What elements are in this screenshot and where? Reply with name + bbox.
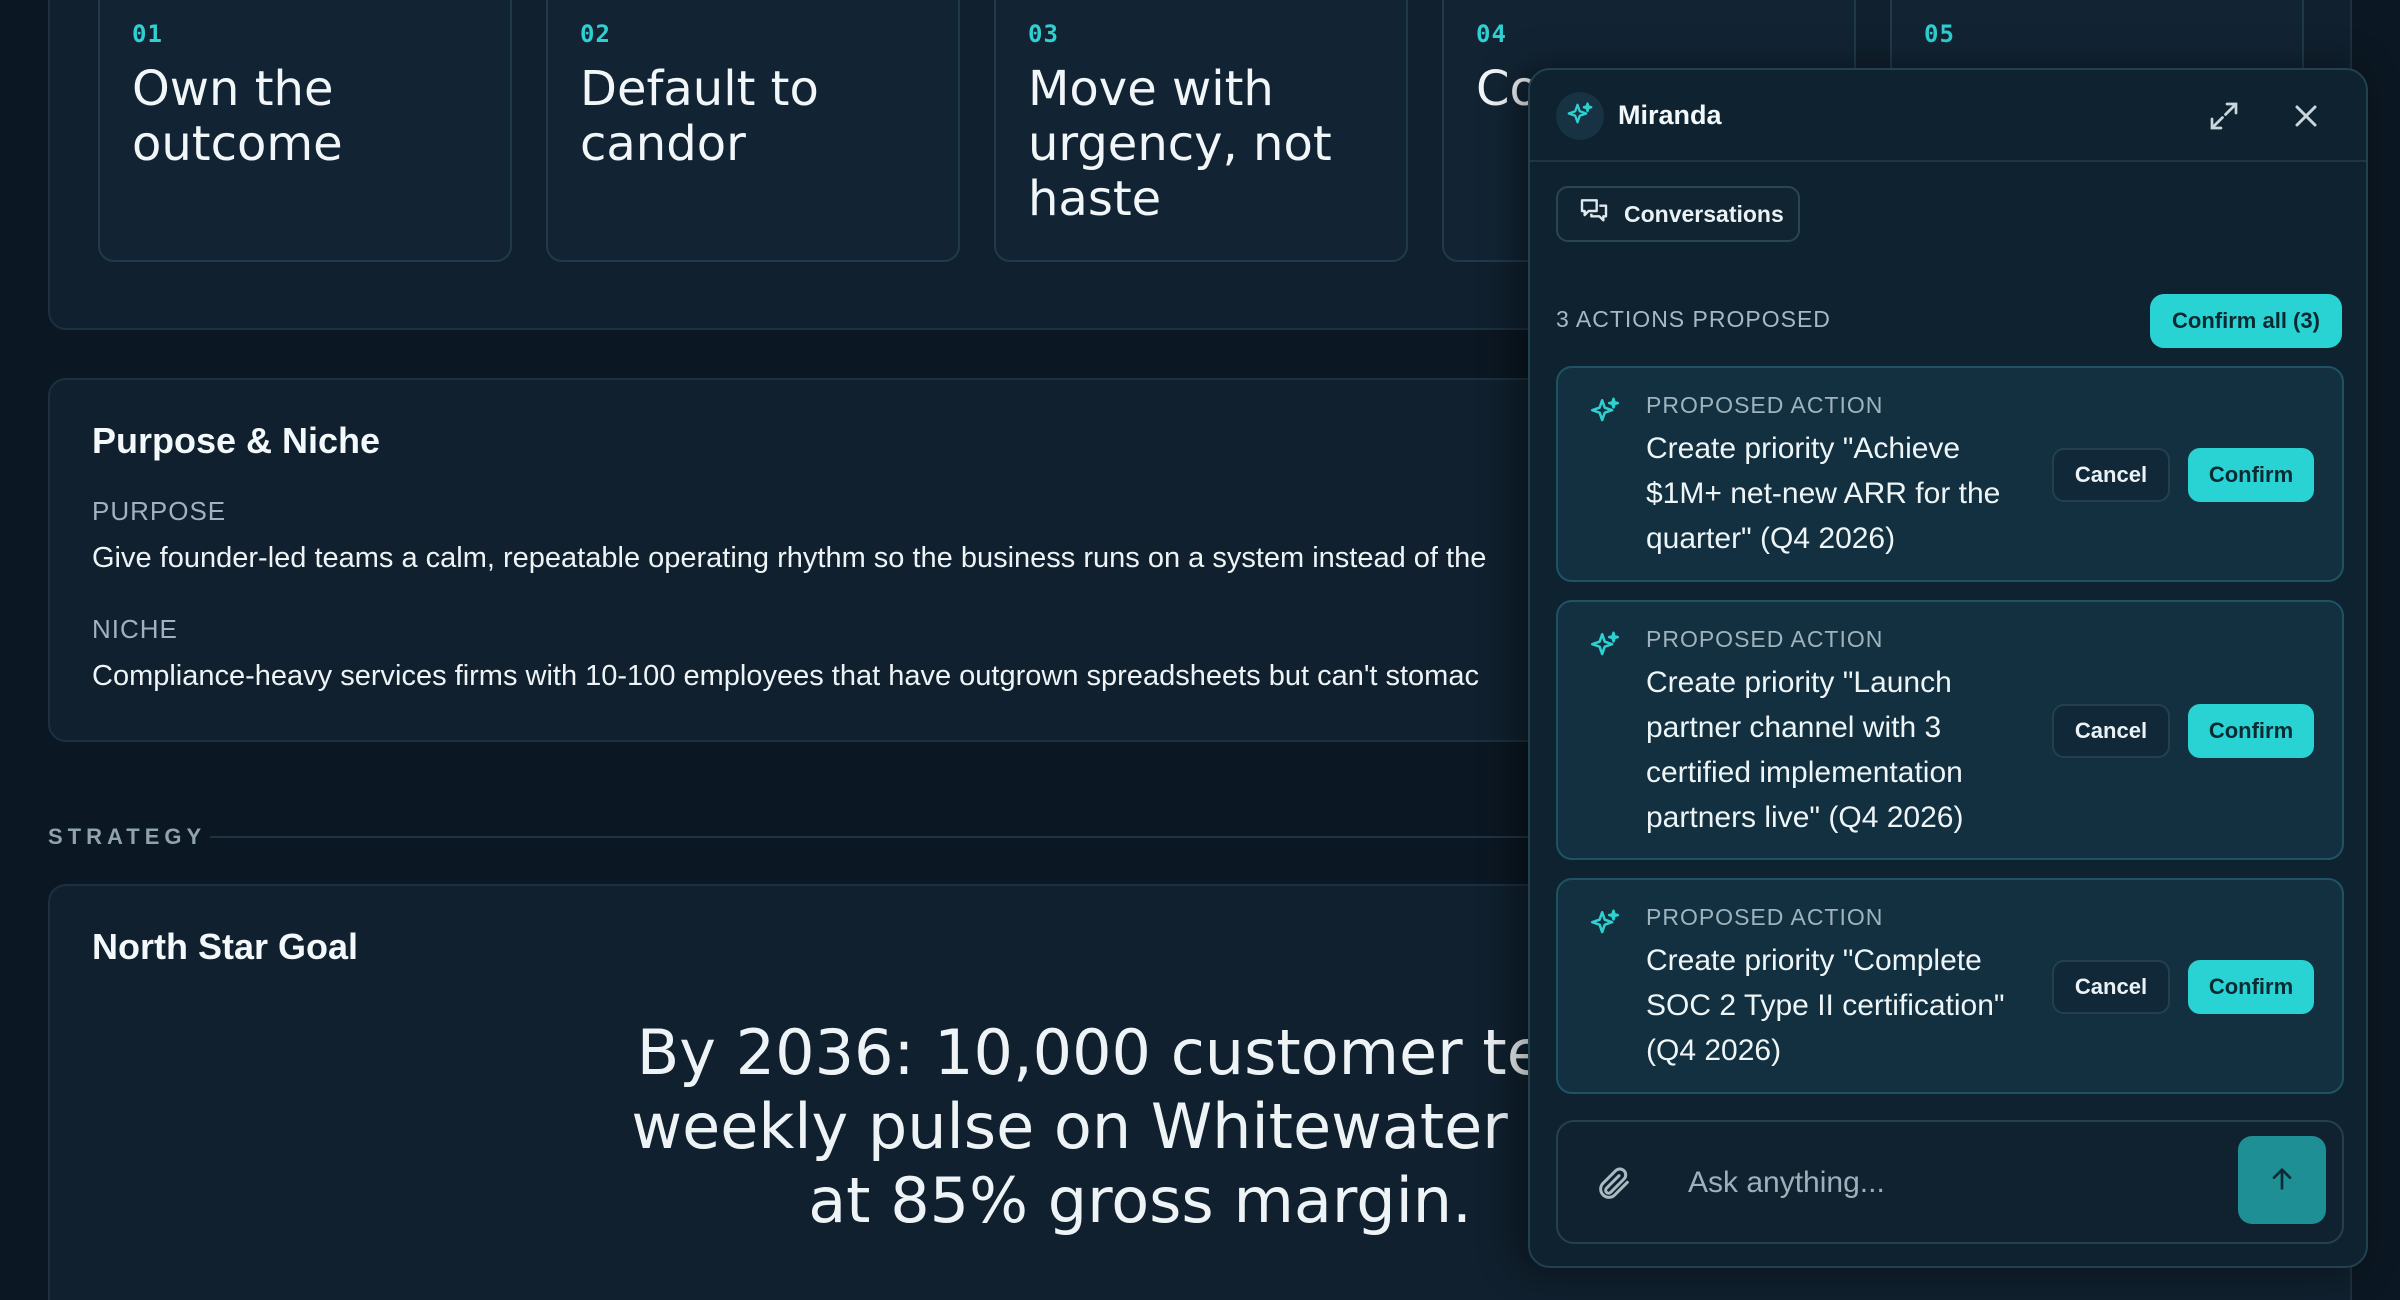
section-title: North Star Goal <box>92 926 359 967</box>
chat-bubbles-icon <box>1578 195 1610 233</box>
close-icon[interactable] <box>2288 98 2324 134</box>
confirm-action-button[interactable]: Confirm <box>2188 960 2314 1014</box>
value-card-2[interactable]: 02 Default to candor <box>546 0 960 262</box>
sparkle-icon <box>1556 92 1604 140</box>
sparkle-icon <box>1588 630 1622 664</box>
confirm-action-button[interactable]: Confirm <box>2188 448 2314 502</box>
value-number: 01 <box>132 20 163 48</box>
expand-icon[interactable] <box>2206 98 2242 134</box>
sparkle-icon <box>1588 908 1622 942</box>
cancel-action-button[interactable]: Cancel <box>2052 960 2170 1014</box>
conversations-label: Conversations <box>1624 200 1784 227</box>
sparkle-icon <box>1588 396 1622 430</box>
proposed-action-text: Create priority "Launch partner channel … <box>1646 666 1964 834</box>
proposed-action-label: PROPOSED ACTION <box>1646 904 1884 930</box>
assistant-name: Miranda <box>1618 100 1722 130</box>
purpose-text: Give founder-led teams a calm, repeatabl… <box>92 542 1487 574</box>
value-number: 02 <box>580 20 611 48</box>
assistant-panel: Miranda Conversations 3 ACTIONS PROPOSED… <box>1528 68 2368 1268</box>
value-title: Default to candor <box>580 61 819 172</box>
proposed-action-label: PROPOSED ACTION <box>1646 392 1884 418</box>
proposed-action-card: PROPOSED ACTION Create priority "Launch … <box>1556 600 2344 860</box>
actions-count-label: 3 ACTIONS PROPOSED <box>1556 306 1831 332</box>
paperclip-icon[interactable] <box>1594 1164 1634 1204</box>
strategy-section-label: STRATEGY <box>48 824 207 849</box>
value-number: 04 <box>1476 20 1507 48</box>
proposed-action-card: PROPOSED ACTION Create priority "Complet… <box>1556 878 2344 1094</box>
message-composer <box>1556 1120 2344 1244</box>
section-title: Purpose & Niche <box>92 420 381 461</box>
arrow-up-icon <box>2266 1163 2298 1198</box>
proposed-action-text: Create priority "Achieve $1M+ net-new AR… <box>1646 432 2001 555</box>
value-title: Own the outcome <box>132 61 343 172</box>
page: 01 Own the outcome 02 Default to candor … <box>0 0 2400 1300</box>
confirm-all-button[interactable]: Confirm all (3) <box>2150 294 2342 348</box>
value-card-1[interactable]: 01 Own the outcome <box>98 0 512 262</box>
value-number: 05 <box>1924 20 1955 48</box>
send-button[interactable] <box>2238 1136 2326 1224</box>
proposed-action-card: PROPOSED ACTION Create priority "Achieve… <box>1556 366 2344 582</box>
confirm-action-button[interactable]: Confirm <box>2188 704 2314 758</box>
proposed-action-label: PROPOSED ACTION <box>1646 626 1884 652</box>
cancel-action-button[interactable]: Cancel <box>2052 704 2170 758</box>
value-card-3[interactable]: 03 Move with urgency, not haste <box>994 0 1408 262</box>
purpose-label: PURPOSE <box>92 496 227 526</box>
conversations-button[interactable]: Conversations <box>1556 186 1800 242</box>
niche-text: Compliance-heavy services firms with 10-… <box>92 660 1479 692</box>
assistant-header: Miranda <box>1530 70 2366 162</box>
value-number: 03 <box>1028 20 1059 48</box>
ask-input[interactable] <box>1688 1160 2188 1206</box>
niche-label: NICHE <box>92 614 178 644</box>
value-title: Move with urgency, not haste <box>1028 61 1332 227</box>
proposed-action-text: Create priority "Complete SOC 2 Type II … <box>1646 944 2005 1067</box>
cancel-action-button[interactable]: Cancel <box>2052 448 2170 502</box>
